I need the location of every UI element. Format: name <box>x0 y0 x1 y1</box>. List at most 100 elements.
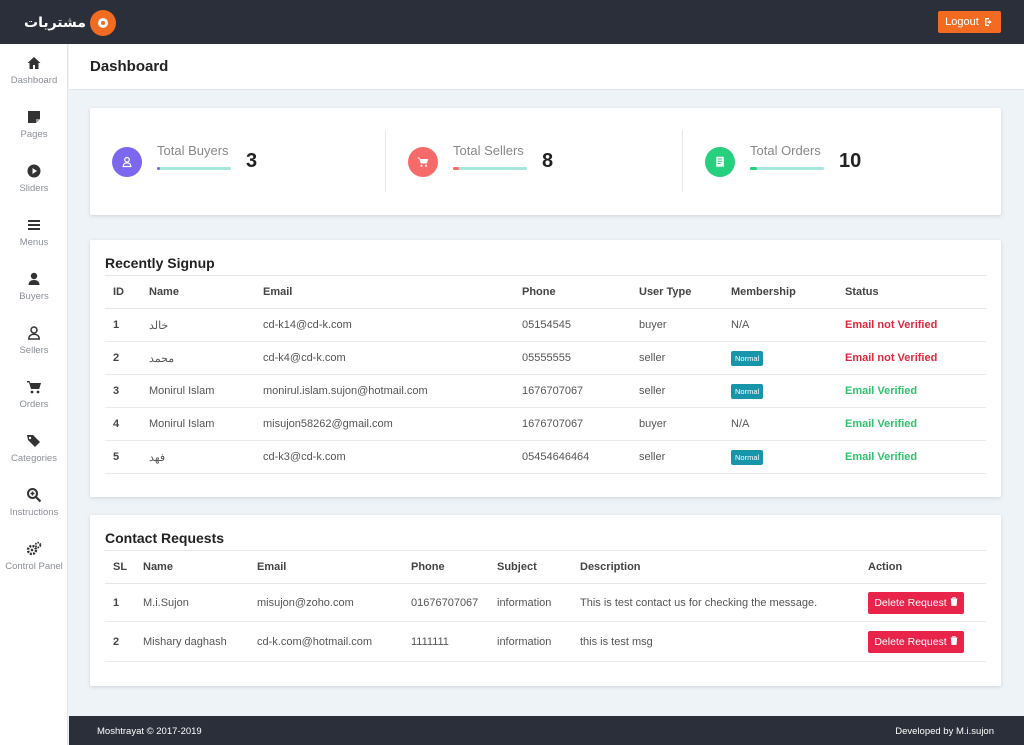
stat-icon-circle <box>112 147 142 177</box>
cell-name: محمد <box>141 341 255 375</box>
contact-requests-title: Contact Requests <box>105 530 225 546</box>
membership-badge: Normal <box>731 383 764 399</box>
cell-status: Email Verified <box>837 407 986 441</box>
stat-progress-fill <box>453 167 459 170</box>
cell-id: 2 <box>105 341 141 375</box>
brand-logo-link[interactable]: مشتريات <box>24 9 116 36</box>
stat-total-orders: Total Orders 10 <box>683 108 979 215</box>
user-icon <box>28 272 40 285</box>
sidebar-item-label: Dashboard <box>10 75 58 86</box>
stats-card: Total Buyers 3 Total Sellers 8 Total Ord… <box>90 108 1001 215</box>
cell-action: Delete Request <box>860 583 986 622</box>
column-header: Action <box>860 550 986 584</box>
cell-user-type: seller <box>631 440 723 474</box>
membership-text: N/A <box>731 418 750 430</box>
logout-button[interactable]: Logout <box>938 11 1001 33</box>
cell-email: misujon58262@gmail.com <box>255 407 514 441</box>
trash-icon <box>950 635 958 645</box>
cell-name: M.i.Sujon <box>135 583 249 622</box>
column-header: Email <box>249 550 403 584</box>
cell-id: 4 <box>105 407 141 441</box>
stat-progress-fill <box>157 167 160 170</box>
stat-total-buyers: Total Buyers 3 <box>90 108 386 215</box>
sidebar-item-instructions[interactable]: Instructions <box>0 487 68 519</box>
cell-status: Email Verified <box>837 440 986 474</box>
logout-label: Logout <box>945 16 979 28</box>
stat-icon-circle <box>408 147 438 177</box>
cell-subject: information <box>489 583 572 622</box>
sidebar-item-categories[interactable]: Categories <box>0 433 68 465</box>
cell-user-type: seller <box>631 374 723 408</box>
stat-progress-bar <box>157 167 231 170</box>
cell-membership: N/A <box>723 407 837 441</box>
cell-id: 5 <box>105 440 141 474</box>
sidebar-item-control-panel[interactable]: Control Panel <box>0 541 68 573</box>
cell-name: Monirul Islam <box>141 407 255 441</box>
top-navbar: مشتريات Logout <box>0 0 1024 44</box>
column-header: ID <box>105 275 141 309</box>
column-header: Membership <box>723 275 837 309</box>
cell-sl: 1 <box>105 583 135 622</box>
cell-phone: 05555555 <box>514 341 631 375</box>
cell-id: 1 <box>105 308 141 342</box>
sidebar: Dashboard Pages Sliders Menus Buyers Sel… <box>0 44 68 745</box>
sidebar-item-buyers[interactable]: Buyers <box>0 271 68 303</box>
table-row: 2 Mishary daghash cd-k.com@hotmail.com 1111… <box>105 621 986 662</box>
stat-label: Total Sellers <box>453 143 524 158</box>
table-row: 3 Monirul Islam monirul.islam.sujon@hotmai… <box>105 374 986 408</box>
column-header: Phone <box>403 550 489 584</box>
sidebar-item-label: Control Panel <box>5 561 63 572</box>
cart-icon <box>27 381 41 394</box>
delete-request-button[interactable]: Delete Request <box>868 591 964 614</box>
cart-icon <box>417 157 429 167</box>
recent-signup-table: ID Name Email Phone User Type Membership… <box>105 275 986 474</box>
cell-email: cd-k.com@hotmail.com <box>249 621 403 662</box>
sidebar-item-label: Pages <box>20 129 48 140</box>
receipt-icon <box>716 156 724 168</box>
stat-progress-bar <box>453 167 527 170</box>
home-icon <box>27 57 41 69</box>
table-header-row: SL Name Email Phone Subject Description … <box>105 550 986 584</box>
delete-request-button[interactable]: Delete Request <box>868 630 964 653</box>
page-title: Dashboard <box>90 58 169 75</box>
cell-action: Delete Request <box>860 621 986 662</box>
sidebar-item-orders[interactable]: Orders <box>0 379 68 411</box>
sidebar-item-sellers[interactable]: Sellers <box>0 325 68 357</box>
sidebar-item-pages[interactable]: Pages <box>0 109 68 141</box>
cell-name: Mishary daghash <box>135 621 249 662</box>
table-row: 1 M.i.Sujon misujon@zoho.com 01676707067 inf… <box>105 583 986 622</box>
cell-phone: 01676707067 <box>403 583 489 622</box>
cell-phone: 1111111 <box>403 621 489 662</box>
cell-membership: Normal <box>723 440 837 474</box>
cell-user-type: buyer <box>631 308 723 342</box>
cell-id: 3 <box>105 374 141 408</box>
sidebar-item-dashboard[interactable]: Dashboard <box>0 55 68 87</box>
trash-icon <box>950 596 958 606</box>
cell-membership: Normal <box>723 374 837 408</box>
cell-phone: 1676707067 <box>514 374 631 408</box>
column-header: Name <box>135 550 249 584</box>
sidebar-item-sliders[interactable]: Sliders <box>0 163 68 195</box>
sidebar-item-label: Instructions <box>9 507 59 518</box>
sidebar-item-menus[interactable]: Menus <box>0 217 68 249</box>
cell-membership: N/A <box>723 308 837 342</box>
sidebar-item-label: Menus <box>19 237 49 248</box>
cogs-icon <box>26 541 42 556</box>
sidebar-item-label: Buyers <box>19 291 49 302</box>
column-header: Email <box>255 275 514 309</box>
column-header: Subject <box>489 550 572 584</box>
sign-out-icon <box>984 18 992 26</box>
cell-sl: 2 <box>105 621 135 662</box>
user-outline-icon <box>28 326 40 340</box>
footer-copyright: Moshtrayat © 2017-2019 <box>97 726 202 737</box>
stat-value: 3 <box>246 150 258 172</box>
cell-phone: 05454646464 <box>514 440 631 474</box>
search-plus-icon <box>27 488 42 503</box>
membership-text: N/A <box>731 319 750 331</box>
cell-email: monirul.islam.sujon@hotmail.com <box>255 374 514 408</box>
stat-label: Total Orders <box>750 143 821 158</box>
sidebar-item-label: Sliders <box>19 183 49 194</box>
cell-name: خالد <box>141 308 255 342</box>
play-circle-icon <box>27 164 41 178</box>
footer-credit: Developed by M.i.sujon <box>895 726 994 737</box>
